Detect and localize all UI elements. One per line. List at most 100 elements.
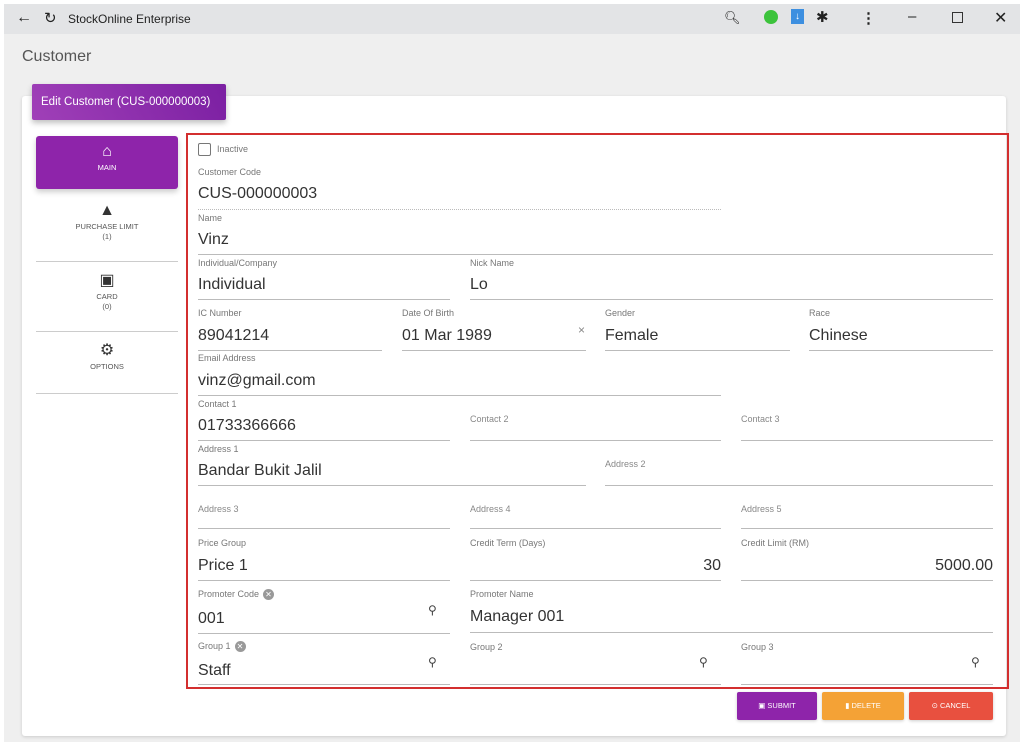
sidebar-item-count: (1) xyxy=(102,232,112,241)
promoter-code-underline xyxy=(198,633,450,634)
credit-limit-label: Credit Limit (RM) xyxy=(741,538,810,548)
group2-label: Group 2 xyxy=(470,642,503,652)
inactive-checkbox[interactable] xyxy=(198,143,211,156)
address3-underline xyxy=(198,528,450,529)
name-input[interactable]: Vinz xyxy=(198,231,229,249)
submit-button[interactable]: ▣ SUBMIT xyxy=(737,692,817,720)
download-extension-icon[interactable]: ↓ xyxy=(791,9,804,24)
address5-input[interactable]: Address 5 xyxy=(741,504,782,514)
sidebar-item-label: CARD xyxy=(96,292,118,301)
address2-underline xyxy=(605,485,993,486)
name-underline xyxy=(198,254,993,255)
sidebar-item-label: OPTIONS xyxy=(90,362,124,371)
delete-button[interactable]: ▮ DELETE xyxy=(822,692,904,720)
price-group-select[interactable]: Price 1 xyxy=(198,557,248,575)
group3-label: Group 3 xyxy=(741,642,774,652)
sidebar-item-main[interactable]: ⌂ MAIN xyxy=(36,136,178,189)
cancel-button[interactable]: ⊙ CANCEL xyxy=(909,692,993,720)
group1-search-icon[interactable]: ⚲ xyxy=(428,655,437,669)
group1-input[interactable]: Staff xyxy=(198,662,231,680)
race-underline xyxy=(809,350,993,351)
cancel-icon: ⊙ xyxy=(931,701,940,710)
customer-code-value: CUS-000000003 xyxy=(198,185,318,202)
zoom-icon[interactable]: 🔍︎ xyxy=(724,10,741,26)
group3-underline xyxy=(741,684,993,685)
promoter-code-search-icon[interactable]: ⚲ xyxy=(428,603,437,617)
contact2-input[interactable]: Contact 2 xyxy=(470,414,509,424)
reload-icon[interactable]: ↻ xyxy=(44,9,57,27)
gear-icon: ⚙ xyxy=(99,342,115,359)
contact1-underline xyxy=(198,440,450,441)
race-label: Race xyxy=(809,308,831,318)
gender-select[interactable]: Female xyxy=(605,327,658,345)
customer-form-highlight xyxy=(186,133,1009,689)
page-title: Customer xyxy=(22,48,92,65)
group1-label: Group 1 ✕ xyxy=(198,641,246,653)
sidebar-item-count: (0) xyxy=(102,302,112,311)
inactive-label: Inactive xyxy=(217,144,249,154)
sidebar-item-options[interactable]: ⚙ OPTIONS xyxy=(36,342,178,394)
customer-code-underline xyxy=(198,209,721,210)
sidebar-item-label: PURCHASE LIMIT xyxy=(75,222,139,231)
group3-search-icon[interactable]: ⚲ xyxy=(971,655,980,669)
address3-input[interactable]: Address 3 xyxy=(198,504,239,514)
ic-number-label: IC Number xyxy=(198,308,242,318)
price-group-label: Price Group xyxy=(198,538,247,548)
promoter-code-label-text: Promoter Code xyxy=(198,589,260,599)
maximize-icon[interactable] xyxy=(952,12,963,23)
credit-term-input[interactable]: 30 xyxy=(470,557,721,575)
address1-underline xyxy=(198,485,586,486)
credit-term-underline xyxy=(470,580,721,581)
back-icon[interactable]: ← xyxy=(16,9,32,27)
delete-label: DELETE xyxy=(851,701,881,710)
sidebar-item-card[interactable]: ▣ CARD (0) xyxy=(36,272,178,332)
warning-icon: ▲ xyxy=(99,202,115,219)
clear-dob-icon[interactable]: × xyxy=(578,323,585,337)
email-underline xyxy=(198,395,721,396)
address1-label: Address 1 xyxy=(198,444,239,454)
card-header: Edit Customer (CUS-000000003) xyxy=(32,84,226,120)
dob-label: Date Of Birth xyxy=(402,308,455,318)
address4-underline xyxy=(470,528,721,529)
home-icon: ⌂ xyxy=(102,143,112,160)
address4-input[interactable]: Address 4 xyxy=(470,504,511,514)
ic-number-input[interactable]: 89041214 xyxy=(198,327,269,345)
sidebar-item-label: MAIN xyxy=(97,163,117,172)
address1-input[interactable]: Bandar Bukit Jalil xyxy=(198,462,322,480)
race-select[interactable]: Chinese xyxy=(809,327,868,345)
individual-company-select[interactable]: Individual xyxy=(198,276,266,294)
promoter-code-label: Promoter Code ✕ xyxy=(198,589,275,601)
address2-input[interactable]: Address 2 xyxy=(605,459,646,469)
group2-search-icon[interactable]: ⚲ xyxy=(699,655,708,669)
promoter-code-input[interactable]: 001 xyxy=(198,610,225,628)
contact1-label: Contact 1 xyxy=(198,399,237,409)
promoter-name-label: Promoter Name xyxy=(470,589,534,599)
group2-underline xyxy=(470,684,721,685)
name-label: Name xyxy=(198,213,223,223)
clear-group1-icon[interactable]: ✕ xyxy=(234,641,246,653)
address5-underline xyxy=(741,528,993,529)
close-icon[interactable]: ✕ xyxy=(994,8,1007,28)
nick-name-input[interactable]: Lo xyxy=(470,276,488,294)
contact3-underline xyxy=(741,440,993,441)
menu-icon[interactable]: ⋮ xyxy=(861,9,876,27)
credit-limit-input[interactable]: 5000.00 xyxy=(741,557,993,575)
clear-promoter-code-icon[interactable]: ✕ xyxy=(263,589,275,601)
ic-number-underline xyxy=(198,350,382,351)
puzzle-icon[interactable]: ✱ xyxy=(816,8,829,26)
sidebar-item-purchase-limit[interactable]: ▲ PURCHASE LIMIT (1) xyxy=(36,202,178,262)
wallet-icon: ▣ xyxy=(99,272,115,289)
customer-code-label: Customer Code xyxy=(198,167,262,177)
minimize-icon[interactable]: – xyxy=(908,8,916,25)
individual-company-underline xyxy=(198,299,450,300)
dob-input[interactable]: 01 Mar 1989 xyxy=(402,327,492,345)
contact3-input[interactable]: Contact 3 xyxy=(741,414,780,424)
nick-name-label: Nick Name xyxy=(470,258,515,268)
extension-green-icon[interactable] xyxy=(764,10,778,24)
email-label: Email Address xyxy=(198,353,256,363)
gender-underline xyxy=(605,350,790,351)
email-input[interactable]: vinz@gmail.com xyxy=(198,372,316,390)
contact1-input[interactable]: 01733366666 xyxy=(198,417,296,435)
promoter-name-value: Manager 001 xyxy=(470,608,565,625)
cancel-label: CANCEL xyxy=(939,701,971,710)
